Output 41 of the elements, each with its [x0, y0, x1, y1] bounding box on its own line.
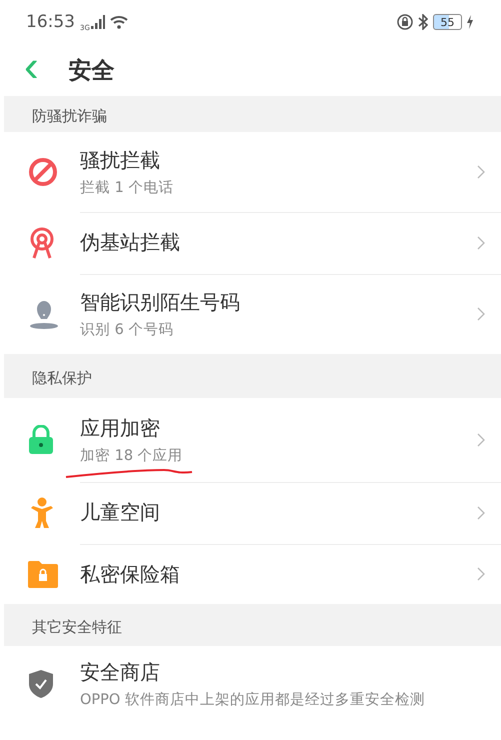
locked-folder-icon: [28, 560, 58, 588]
item-title: 应用加密: [80, 414, 161, 442]
battery-level: 55: [433, 14, 462, 30]
settings-item[interactable]: 智能识别陌生号码 识别 6 个号码: [0, 274, 501, 354]
item-title: 骚扰拦截: [80, 146, 161, 174]
chevron-right-icon: [477, 164, 485, 178]
settings-item[interactable]: 儿童空间: [0, 482, 501, 544]
unknown-person-icon: [28, 298, 60, 330]
chevron-right-icon: [477, 506, 485, 520]
signal-icon: [90, 15, 105, 29]
item-title: 儿童空间: [80, 499, 161, 526]
chevron-right-icon: [477, 567, 485, 581]
section-title: 其它安全特征: [32, 618, 122, 636]
settings-item[interactable]: 私密保险箱: [0, 544, 501, 604]
padlock-icon: [28, 425, 54, 455]
item-subtitle: 拦截 1 个电话: [80, 178, 174, 196]
chevron-right-icon: [477, 432, 485, 446]
item-subtitle: OPPO 软件商店中上架的应用都是经过多重安全检测: [80, 690, 426, 709]
settings-item[interactable]: 伪基站拦截: [0, 212, 501, 274]
clock-time: 16:53: [26, 12, 75, 32]
prohibited-icon: [28, 157, 58, 187]
settings-item[interactable]: 骚扰拦截 拦截 1 个电话: [0, 132, 501, 212]
item-subtitle: 加密 18 个应用: [80, 446, 184, 464]
item-title: 私密保险箱: [80, 560, 181, 588]
shield-check-icon: [28, 669, 54, 699]
item-title: 安全商店: [80, 659, 161, 686]
item-title: 智能识别陌生号码: [80, 289, 241, 316]
item-title: 伪基站拦截: [80, 229, 181, 256]
settings-item[interactable]: 安全商店 OPPO 软件商店中上架的应用都是经过多重安全检测: [0, 646, 501, 722]
section-title: 隐私保护: [32, 368, 92, 388]
item-subtitle: 识别 6 个号码: [80, 321, 174, 339]
settings-item[interactable]: 应用加密 加密 18 个应用: [0, 398, 501, 482]
rotation-lock-icon: [397, 14, 413, 30]
wifi-icon: [110, 15, 128, 29]
signal-tower-icon: [28, 227, 56, 259]
section-title: 防骚扰诈骗: [32, 106, 107, 126]
chevron-right-icon: [477, 307, 485, 321]
chevron-right-icon: [477, 236, 485, 250]
charging-bolt-icon: [467, 15, 473, 29]
page-title: 安全: [68, 56, 115, 86]
bluetooth-icon: [418, 14, 428, 30]
